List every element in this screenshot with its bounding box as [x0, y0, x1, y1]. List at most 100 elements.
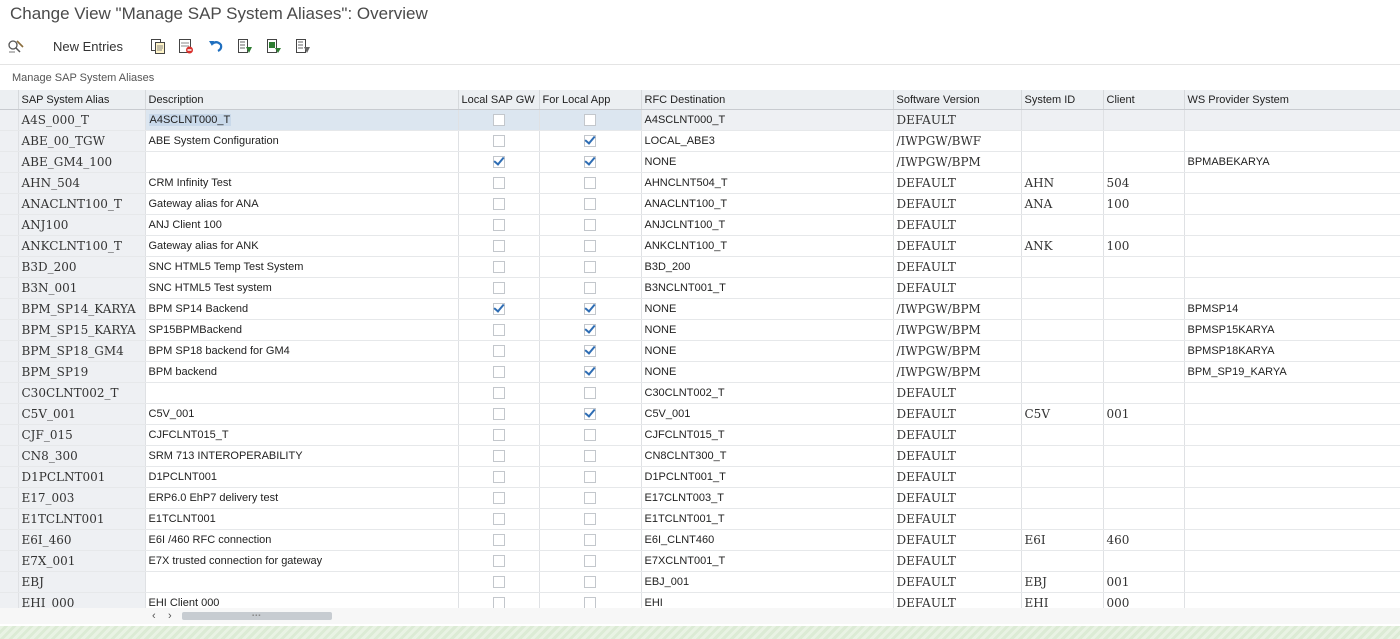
- column-header-alias[interactable]: SAP System Alias: [18, 90, 146, 110]
- cell-ws-provider[interactable]: [1184, 382, 1400, 404]
- cell-rfc-destination[interactable]: AHNCLNT504_T: [641, 172, 894, 194]
- row-selector[interactable]: [0, 151, 19, 173]
- scrollbar-thumb[interactable]: ▪▪▪: [182, 612, 332, 620]
- cell-alias[interactable]: B3D_200: [18, 256, 146, 278]
- cell-rfc-destination[interactable]: B3D_200: [641, 256, 894, 278]
- checkbox-unchecked[interactable]: [584, 450, 596, 463]
- cell-local-gw[interactable]: [458, 361, 540, 383]
- cell-system-id[interactable]: [1021, 487, 1104, 509]
- cell-client[interactable]: [1103, 382, 1185, 404]
- cell-description[interactable]: Gateway alias for ANA: [145, 193, 459, 215]
- cell-alias[interactable]: BPM_SP14_KARYA: [18, 298, 146, 320]
- cell-system-id[interactable]: [1021, 382, 1104, 404]
- cell-rfc-destination[interactable]: E6I_CLNT460: [641, 529, 894, 551]
- table-row[interactable]: E7X_001 E7X trusted connection for gatewa…: [0, 550, 1400, 572]
- cell-ws-provider[interactable]: [1184, 424, 1400, 446]
- row-selector[interactable]: [0, 550, 19, 572]
- cell-system-id[interactable]: ANA: [1021, 193, 1104, 215]
- cell-local-app[interactable]: [539, 298, 642, 320]
- checkbox-unchecked[interactable]: [492, 534, 505, 547]
- cell-description[interactable]: [145, 382, 459, 404]
- checkbox-unchecked[interactable]: [584, 261, 596, 274]
- delete-icon[interactable]: [176, 36, 196, 56]
- checkbox-unchecked[interactable]: [492, 324, 505, 337]
- deselect-all-icon[interactable]: [293, 36, 313, 56]
- cell-alias[interactable]: EBJ: [18, 571, 146, 593]
- cell-rfc-destination[interactable]: NONE: [641, 361, 894, 383]
- cell-client[interactable]: [1103, 487, 1185, 509]
- cell-local-app[interactable]: [539, 193, 642, 215]
- row-selector[interactable]: [0, 571, 19, 593]
- row-selector[interactable]: [0, 592, 19, 608]
- cell-description[interactable]: BPM backend: [145, 361, 459, 383]
- column-header-client[interactable]: Client: [1103, 90, 1185, 110]
- cell-ws-provider[interactable]: [1184, 466, 1400, 488]
- cell-description[interactable]: BPM SP14 Backend: [145, 298, 459, 320]
- checkbox-unchecked[interactable]: [492, 177, 505, 190]
- table-row[interactable]: CN8_300 SRM 713 INTEROPERABILITY CN8CLNT30…: [0, 445, 1400, 467]
- checkbox-checked[interactable]: [584, 324, 596, 337]
- cell-system-id[interactable]: [1021, 361, 1104, 383]
- cell-alias[interactable]: CJF_015: [18, 424, 146, 446]
- cell-alias[interactable]: ANACLNT100_T: [18, 193, 146, 215]
- checkbox-unchecked[interactable]: [492, 345, 505, 358]
- cell-local-gw[interactable]: [458, 256, 540, 278]
- checkbox-unchecked[interactable]: [584, 429, 596, 442]
- cell-alias[interactable]: ANKCLNT100_T: [18, 235, 146, 257]
- cell-client[interactable]: 504: [1103, 172, 1185, 194]
- checkbox-unchecked[interactable]: [492, 219, 505, 232]
- cell-local-gw[interactable]: [458, 319, 540, 341]
- cell-ws-provider[interactable]: [1184, 403, 1400, 425]
- checkbox-unchecked[interactable]: [492, 114, 505, 127]
- cell-local-gw[interactable]: [458, 193, 540, 215]
- row-selector[interactable]: [0, 340, 19, 362]
- cell-alias[interactable]: AHN_504: [18, 172, 146, 194]
- cell-description[interactable]: EHI Client 000: [145, 592, 459, 608]
- cell-local-app[interactable]: [539, 172, 642, 194]
- table-row[interactable]: ANKCLNT100_T Gateway alias for ANK ANKCLNT…: [0, 235, 1400, 257]
- cell-software-version[interactable]: DEFAULT: [893, 571, 1022, 593]
- cell-local-app[interactable]: [539, 382, 642, 404]
- cell-rfc-destination[interactable]: NONE: [641, 340, 894, 362]
- cell-client[interactable]: [1103, 424, 1185, 446]
- cell-rfc-destination[interactable]: ANJCLNT100_T: [641, 214, 894, 236]
- checkbox-unchecked[interactable]: [584, 177, 596, 190]
- checkbox-unchecked[interactable]: [584, 513, 596, 526]
- cell-rfc-destination[interactable]: NONE: [641, 319, 894, 341]
- row-selector[interactable]: [0, 235, 19, 257]
- select-all-column-header[interactable]: [0, 90, 19, 110]
- cell-system-id[interactable]: [1021, 424, 1104, 446]
- cell-description[interactable]: CRM Infinity Test: [145, 172, 459, 194]
- cell-ws-provider[interactable]: BPMSP18KARYA: [1184, 340, 1400, 362]
- checkbox-unchecked[interactable]: [492, 261, 505, 274]
- cell-system-id[interactable]: E6I: [1021, 529, 1104, 551]
- cell-description[interactable]: BPM SP18 backend for GM4: [145, 340, 459, 362]
- checkbox-unchecked[interactable]: [584, 576, 596, 589]
- cell-local-gw[interactable]: [458, 403, 540, 425]
- cell-description[interactable]: [145, 151, 459, 173]
- cell-client[interactable]: 001: [1103, 403, 1185, 425]
- checkbox-unchecked[interactable]: [584, 282, 596, 295]
- cell-system-id[interactable]: EHI: [1021, 592, 1104, 608]
- cell-alias[interactable]: C30CLNT002_T: [18, 382, 146, 404]
- checkbox-unchecked[interactable]: [492, 576, 505, 589]
- cell-local-gw[interactable]: [458, 151, 540, 173]
- row-selector[interactable]: [0, 487, 19, 509]
- table-row[interactable]: EHI_000 EHI Client 000 EHI DEFAULT EHI 000: [0, 592, 1400, 608]
- table-row[interactable]: ABE_00_TGW ABE System Configuration LOCAL_…: [0, 130, 1400, 152]
- checkbox-unchecked[interactable]: [492, 240, 505, 253]
- checkbox-checked[interactable]: [584, 156, 596, 169]
- table-row[interactable]: ANJ100 ANJ Client 100 ANJCLNT100_T DEFAULT: [0, 214, 1400, 236]
- cell-local-gw[interactable]: [458, 466, 540, 488]
- cell-ws-provider[interactable]: [1184, 109, 1400, 131]
- cell-local-app[interactable]: [539, 571, 642, 593]
- cell-ws-provider[interactable]: [1184, 550, 1400, 572]
- cell-local-app[interactable]: [539, 592, 642, 608]
- table-row[interactable]: C5V_001 C5V_001 C5V_001 DEFAULT C5V 001: [0, 403, 1400, 425]
- copy-icon[interactable]: [148, 36, 168, 56]
- table-row[interactable]: A4S_000_T A4SCLNT000_T A4SCLNT000_T DEFAULT: [0, 109, 1400, 131]
- cell-client[interactable]: [1103, 466, 1185, 488]
- table-row[interactable]: C30CLNT002_T C30CLNT002_T DEFAULT: [0, 382, 1400, 404]
- cell-rfc-destination[interactable]: C30CLNT002_T: [641, 382, 894, 404]
- cell-ws-provider[interactable]: BPM_SP19_KARYA: [1184, 361, 1400, 383]
